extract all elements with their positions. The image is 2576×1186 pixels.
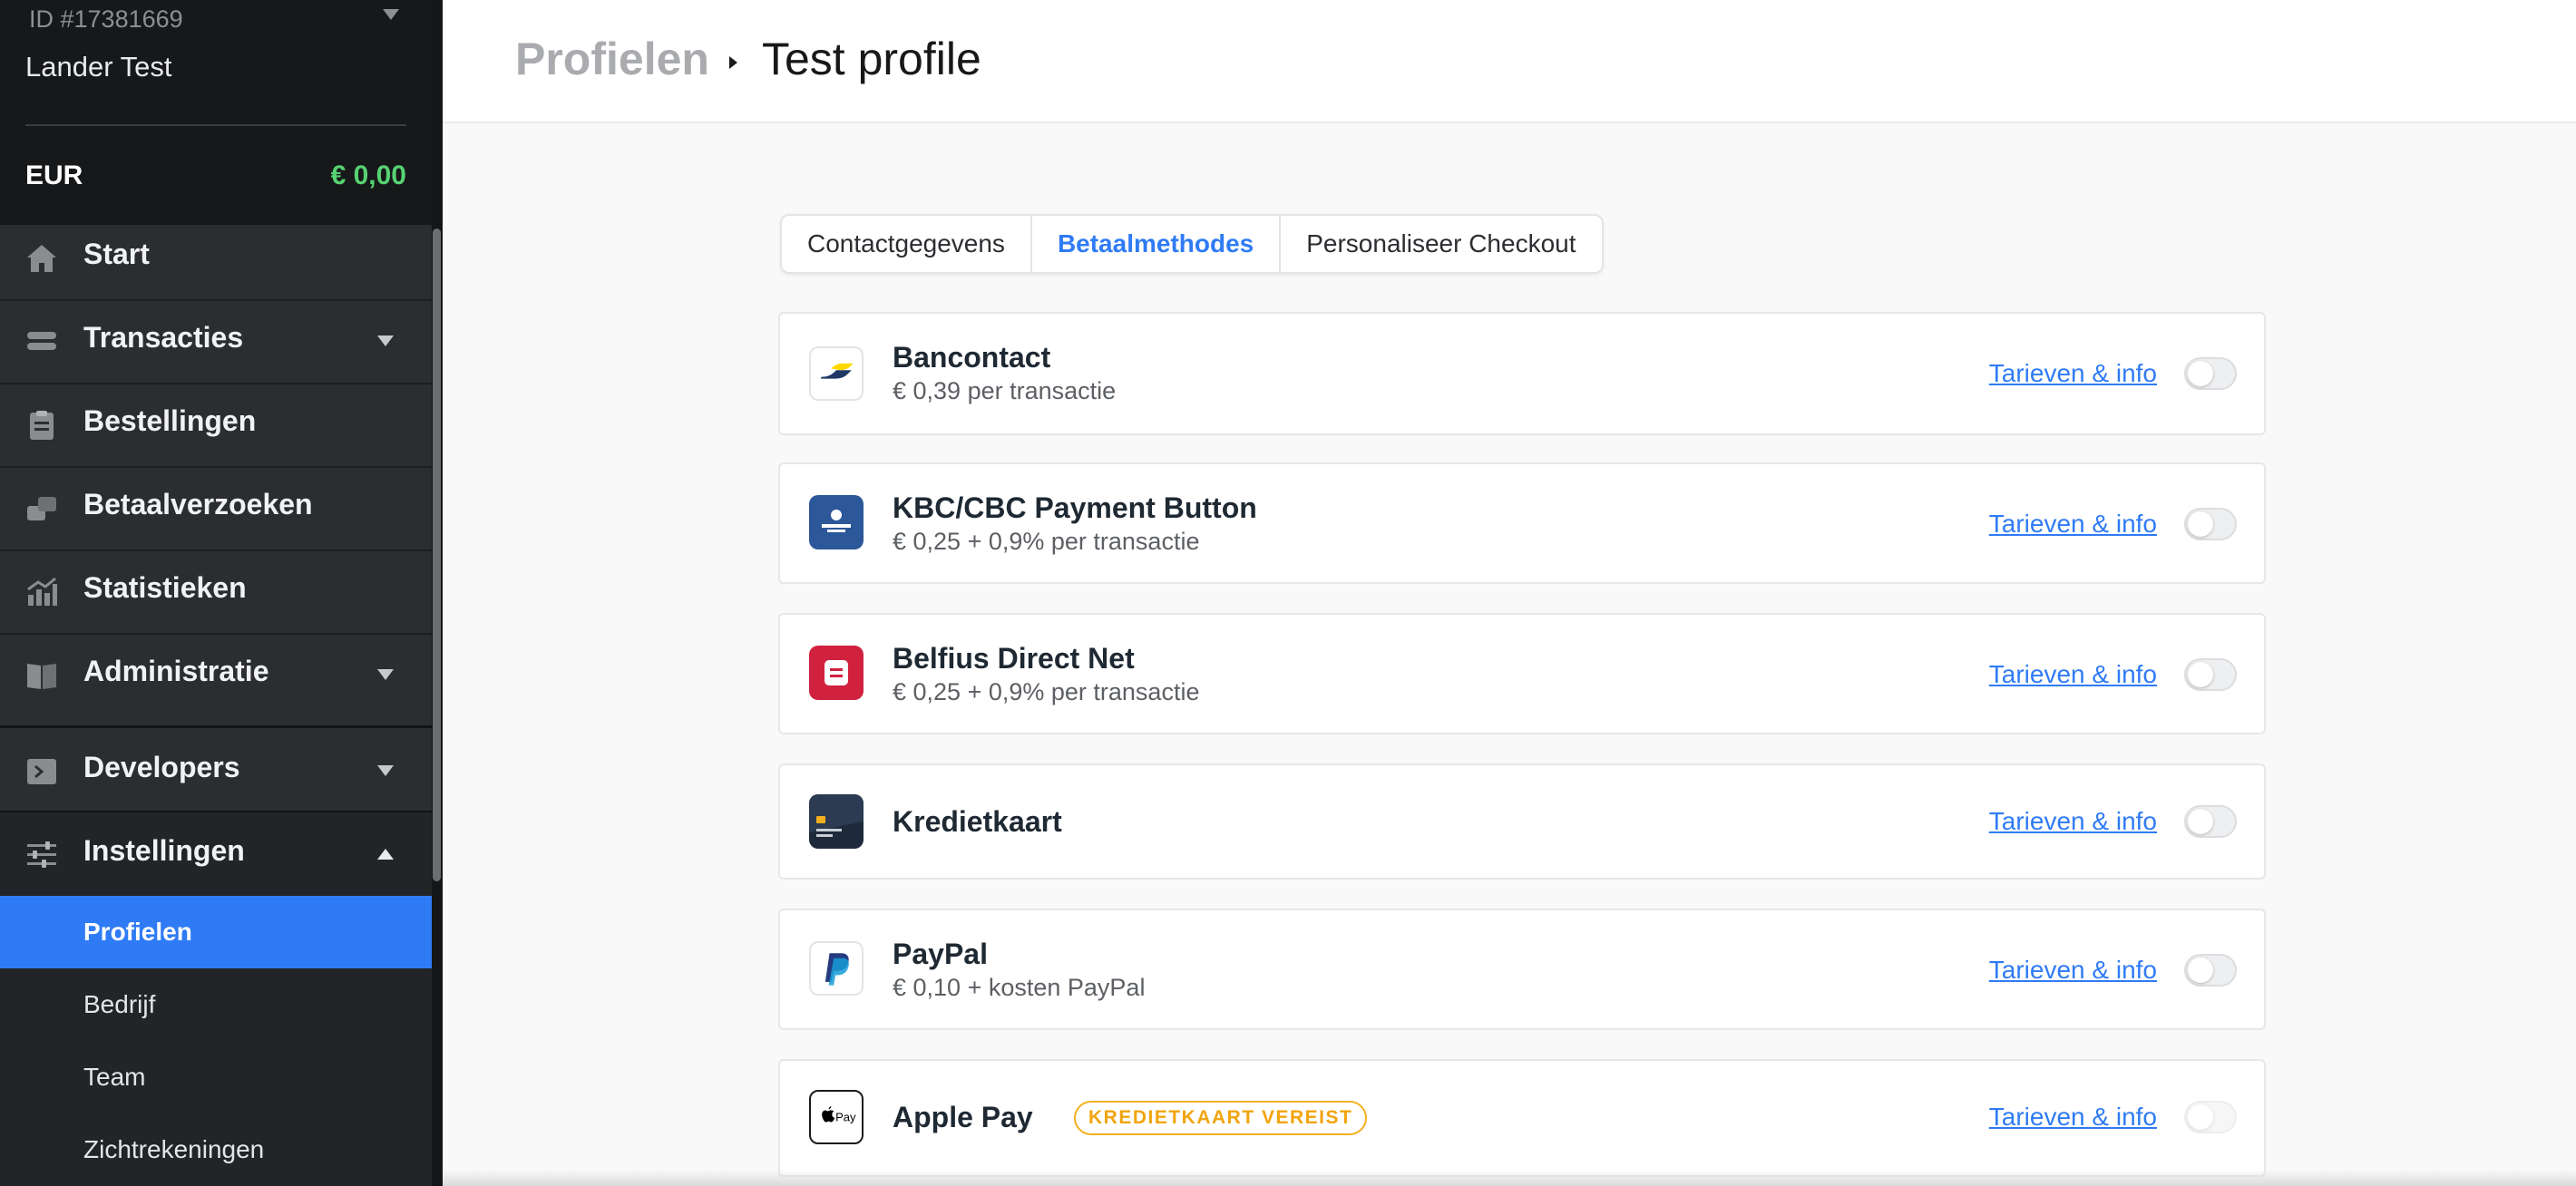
subnav-label: Team [83,1063,146,1091]
nav-label: Administratie [83,655,269,687]
payment-method-name: KBC/CBC Payment Button [893,491,1257,524]
breadcrumb-parent[interactable]: Profielen [515,33,709,85]
nav-label: Statistieken [83,571,247,604]
nav-item-administratie[interactable]: Administratie [0,633,432,716]
tariffs-info-link[interactable]: Tarieven & info [1989,660,2157,689]
requirement-badge: KREDIETKAART VEREIST [1074,1101,1368,1135]
sidebar: ID #17381669 Lander Test EUR € 0,00 Star… [0,0,443,1186]
nav-label: Bestellingen [83,404,257,437]
enable-toggle[interactable] [2184,658,2237,691]
terminal-icon [27,759,56,784]
chevron-down-icon [377,765,394,776]
organization-panel: ID #17381669 Lander Test EUR € 0,00 [0,0,443,225]
payment-request-icon [27,497,56,520]
subnav-label: Bedrijf [83,990,156,1018]
bancontact-icon [809,346,864,401]
sidebar-scrollbar-thumb[interactable] [433,228,441,881]
payment-method-card: PayPal € 0,10 + kosten PayPal Tarieven &… [778,909,2266,1030]
nav-label: Developers [83,751,240,783]
apple-pay-icon: Pay [809,1090,864,1144]
payment-method-card: Kredietkaart Tarieven & info [778,763,2266,880]
toggle-knob [2188,511,2213,537]
nav-item-statistieken[interactable]: Statistieken [0,549,432,633]
clipboard-icon [30,411,54,440]
stack-icon [27,332,56,350]
payment-method-fee: € 0,10 + kosten PayPal [893,974,1146,1001]
nav-item-transacties[interactable]: Transacties [0,299,432,383]
organization-name[interactable]: Lander Test [25,51,171,83]
nav-label: Transacties [83,321,244,354]
chart-icon [27,577,57,606]
payment-method-fee: € 0,39 per transactie [893,377,1117,404]
apple-pay-icon-text: Pay [835,1111,856,1124]
payment-method-card: Bancontact € 0,39 per transactie Tarieve… [778,312,2266,435]
enable-toggle[interactable] [2184,954,2237,987]
nav-label: Betaalverzoeken [83,488,313,520]
tariffs-info-link[interactable]: Tarieven & info [1989,510,2157,539]
balance-currency: EUR [25,160,83,190]
subnav-label: Profielen [83,918,192,946]
toggle-knob [2188,361,2213,386]
tariffs-info-link[interactable]: Tarieven & info [1989,359,2157,388]
tab-betaalmethodes[interactable]: Betaalmethodes [1032,216,1282,272]
toggle-knob [2188,1104,2213,1130]
profile-tabs: Contactgegevens Betaalmethodes Personali… [780,214,1604,274]
sliders-icon [27,841,56,868]
payment-method-fee: € 0,25 + 0,9% per transactie [893,528,1200,555]
settings-subnav: Profielen Bedrijf Team Zichtrekeningen [0,896,432,1186]
payment-method-card: Belfius Direct Net € 0,25 + 0,9% per tra… [778,613,2266,734]
page-header: Profielen Test profile [443,0,2576,123]
enable-toggle[interactable] [2184,805,2237,838]
subnav-item-zichtrekeningen[interactable]: Zichtrekeningen [0,1113,432,1186]
tariffs-info-link[interactable]: Tarieven & info [1989,1103,2157,1132]
payment-method-name: Apple Pay [893,1101,1033,1133]
toggle-knob [2188,809,2213,834]
subnav-item-profielen[interactable]: Profielen [0,896,432,968]
home-icon [27,245,56,272]
chevron-down-icon [377,335,394,346]
nav-item-developers[interactable]: Developers [0,729,432,812]
nav-divider [0,725,432,728]
subnav-label: Zichtrekeningen [83,1135,265,1163]
toggle-knob [2188,662,2213,687]
organization-id: ID #17381669 [29,5,183,33]
book-icon [27,664,56,689]
tab-personaliseer-checkout[interactable]: Personaliseer Checkout [1281,216,1601,272]
kbc-icon [809,495,864,549]
balance-amount: € 0,00 [330,160,406,190]
nav-label: Start [83,238,150,270]
tariffs-info-link[interactable]: Tarieven & info [1989,807,2157,836]
payment-method-name: PayPal [893,938,988,970]
payment-method-card: KBC/CBC Payment Button € 0,25 + 0,9% per… [778,462,2266,584]
chevron-up-icon [377,849,394,860]
paypal-icon [809,941,864,996]
subnav-item-bedrijf[interactable]: Bedrijf [0,968,432,1041]
breadcrumb-chevron-right-icon [729,56,737,69]
nav-item-bestellingen[interactable]: Bestellingen [0,383,432,466]
scroll-shadow [443,1170,2576,1186]
creditcard-icon [809,794,864,849]
enable-toggle[interactable] [2184,357,2237,390]
payment-method-name: Belfius Direct Net [893,642,1135,675]
subnav-item-team[interactable]: Team [0,1041,432,1113]
organization-switcher-chevron-icon[interactable] [383,9,399,20]
nav-item-betaalverzoeken[interactable]: Betaalverzoeken [0,466,432,549]
divider [25,124,406,126]
nav-item-start[interactable]: Start [0,216,432,299]
payment-method-card: Pay Apple Pay KREDIETKAART VEREIST Tarie… [778,1059,2266,1177]
nav-item-instellingen[interactable]: Instellingen [0,812,432,896]
chevron-down-icon [377,669,394,680]
toggle-knob [2188,958,2213,983]
tab-contactgegevens[interactable]: Contactgegevens [782,216,1032,272]
payment-method-name: Bancontact [893,341,1051,374]
tariffs-info-link[interactable]: Tarieven & info [1989,956,2157,985]
nav-label: Instellingen [83,834,245,867]
payment-method-name: Kredietkaart [893,805,1062,838]
payment-method-fee: € 0,25 + 0,9% per transactie [893,678,1200,705]
page-title: Test profile [762,34,981,84]
belfius-icon [809,646,864,700]
enable-toggle[interactable] [2184,1101,2237,1133]
enable-toggle[interactable] [2184,508,2237,540]
